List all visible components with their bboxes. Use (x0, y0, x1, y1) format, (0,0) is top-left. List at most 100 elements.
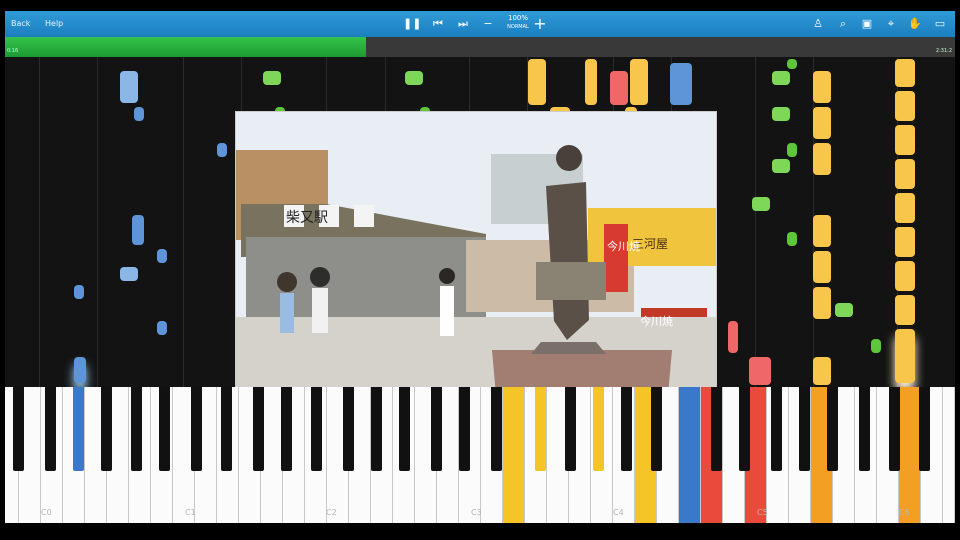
black-key-active[interactable] (535, 387, 546, 471)
black-key-active[interactable] (593, 387, 604, 471)
octave-label: C0 (41, 508, 52, 517)
black-key[interactable] (281, 387, 292, 471)
black-key[interactable] (13, 387, 24, 471)
green-note (787, 232, 797, 246)
yellow-note (895, 227, 915, 257)
orange-note (813, 215, 831, 247)
black-key[interactable] (651, 387, 662, 471)
lane-divider (183, 57, 184, 387)
statue-head (556, 145, 582, 171)
green-note (772, 107, 790, 121)
yellow-note-active (895, 329, 915, 383)
blue-note (132, 215, 144, 245)
octave-label: C1 (185, 508, 196, 517)
black-key[interactable] (399, 387, 410, 471)
green-note (787, 143, 797, 157)
octave-label: C5 (757, 508, 768, 517)
synthesia-window: Back Help ❚❚ ⏮ ⏭ − 100% NORMAL + ♙ ⌕ ▣ ⌖… (0, 0, 960, 540)
zoom-in-icon[interactable]: + (531, 15, 549, 33)
statue-bag (536, 262, 606, 300)
top-toolbar: Back Help ❚❚ ⏮ ⏭ − 100% NORMAL + ♙ ⌕ ▣ ⌖… (5, 11, 955, 37)
lane-divider (97, 57, 98, 387)
black-key[interactable] (739, 387, 750, 471)
blue-note (120, 71, 138, 103)
blue-note (157, 249, 167, 263)
station-photo-svg: 柴又駅 今川焼 三河屋 今川焼 (236, 112, 716, 432)
black-key[interactable] (159, 387, 170, 471)
back-button[interactable]: Back (11, 11, 30, 37)
green-note (772, 71, 790, 85)
skip-forward-icon[interactable]: ⏭ (454, 15, 472, 33)
black-key[interactable] (565, 387, 576, 471)
blue-note (670, 63, 692, 105)
black-key[interactable] (221, 387, 232, 471)
green-note (752, 197, 770, 211)
black-key[interactable] (621, 387, 632, 471)
sweets-banner-text: 今川焼 (640, 314, 673, 328)
black-key[interactable] (459, 387, 470, 471)
octave-label: C3 (471, 508, 482, 517)
green-note (263, 71, 281, 85)
black-key[interactable] (253, 387, 264, 471)
blue-note-active (74, 357, 86, 383)
black-key[interactable] (371, 387, 382, 471)
white-key-active[interactable] (503, 387, 525, 523)
black-key[interactable] (889, 387, 900, 471)
progress-fill (5, 37, 366, 57)
octave-label: C4 (613, 508, 624, 517)
black-key[interactable] (799, 387, 810, 471)
screen-icon[interactable]: ▣ (858, 15, 876, 33)
black-key[interactable] (131, 387, 142, 471)
black-key[interactable] (859, 387, 870, 471)
orange-note (813, 251, 831, 283)
green-note (835, 303, 853, 317)
octave-label: C2 (326, 508, 337, 517)
orange-note-active (813, 357, 831, 385)
green-note (772, 159, 790, 173)
orange-note (813, 71, 831, 103)
shop-banner-text: 今川焼 (607, 239, 640, 253)
yellow-note (895, 125, 915, 155)
red-note (610, 71, 628, 105)
hand-icon[interactable]: ✋ (906, 15, 924, 33)
pause-icon[interactable]: ❚❚ (403, 15, 421, 33)
help-button[interactable]: Help (45, 11, 63, 37)
window-icon[interactable]: ▭ (931, 15, 949, 33)
black-key[interactable] (711, 387, 722, 471)
black-key[interactable] (101, 387, 112, 471)
song-progress-bar[interactable]: 0:16 2:31:2 (5, 37, 955, 57)
pin-icon[interactable]: ⌖ (882, 15, 900, 33)
white-key[interactable] (261, 387, 283, 523)
shop-banner (604, 224, 628, 292)
pedestrian (312, 288, 328, 333)
overlay-photo: 柴又駅 今川焼 三河屋 今川焼 (236, 112, 716, 432)
white-key[interactable] (943, 387, 955, 523)
zoom-mode: NORMAL (507, 24, 529, 30)
black-key[interactable] (919, 387, 930, 471)
octave-label: C6 (899, 508, 910, 517)
zoom-out-icon[interactable]: − (479, 15, 497, 33)
black-key-active[interactable] (683, 387, 694, 471)
pedestrian (310, 267, 330, 287)
black-key[interactable] (191, 387, 202, 471)
search-icon[interactable]: ⌕ (834, 15, 852, 33)
white-key-active[interactable] (899, 387, 921, 523)
blue-note (157, 321, 167, 335)
skip-back-icon[interactable]: ⏮ (429, 15, 447, 33)
black-key[interactable] (343, 387, 354, 471)
black-key[interactable] (311, 387, 322, 471)
yellow-note (895, 91, 915, 121)
piano-keyboard[interactable]: C0 C1 C2 C3 C4 C5 C6 (5, 387, 955, 523)
black-key[interactable] (431, 387, 442, 471)
black-key[interactable] (827, 387, 838, 471)
pedestrian (277, 272, 297, 292)
black-key[interactable] (491, 387, 502, 471)
black-key-active[interactable] (73, 387, 84, 471)
black-key[interactable] (771, 387, 782, 471)
green-note (405, 71, 423, 85)
blue-note (134, 107, 144, 121)
metronome-icon[interactable]: ♙ (809, 15, 827, 33)
black-key[interactable] (45, 387, 56, 471)
sign-tile (354, 205, 374, 227)
yellow-note (895, 159, 915, 189)
